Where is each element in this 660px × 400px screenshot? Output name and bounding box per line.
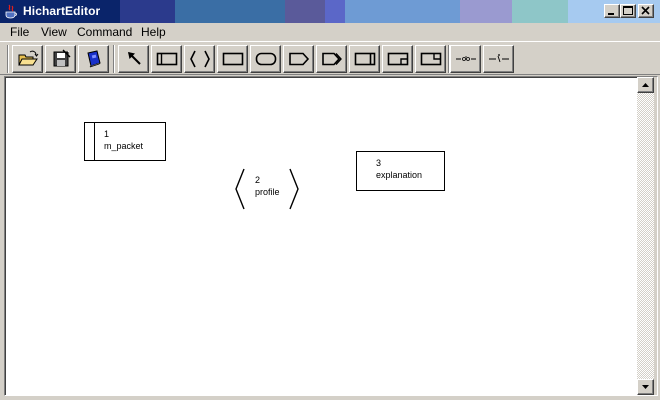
chevron-tool-button[interactable] [316, 45, 347, 73]
toolbar-separator [7, 45, 9, 73]
connector-circle-tool-button[interactable] [450, 45, 481, 73]
connector-split-tool-icon [489, 54, 509, 63]
close-icon [641, 6, 650, 15]
book-button[interactable] [78, 45, 109, 73]
toolbar-separator [113, 45, 115, 73]
menu-help[interactable]: Help [141, 25, 166, 39]
box-corner-tool-icon [387, 52, 409, 66]
menu-bar: File View Command Help [0, 23, 660, 41]
node-side-bar [94, 123, 95, 160]
scroll-up-button[interactable] [637, 77, 654, 93]
maximize-button[interactable] [620, 4, 636, 18]
box-right-bar-tool-icon [354, 52, 376, 66]
maximize-icon [623, 6, 633, 15]
brace-tool-button[interactable] [184, 45, 215, 73]
scroll-down-button[interactable] [637, 379, 654, 395]
pointer-tool-button[interactable] [118, 45, 149, 73]
node-label: profile [255, 187, 280, 197]
arrow-up-icon [642, 83, 649, 87]
node-text: 3 explanation [376, 157, 422, 181]
menu-file[interactable]: File [10, 25, 29, 39]
menu-command[interactable]: Command [77, 25, 132, 39]
node-number: 3 [376, 158, 382, 168]
pentagon-tool-button[interactable] [283, 45, 314, 73]
arrow-down-icon [642, 385, 649, 389]
bar-box-tool-button[interactable] [151, 45, 182, 73]
open-file-icon [18, 50, 39, 66]
book-icon [87, 50, 101, 68]
rounded-rectangle-tool-icon [255, 52, 277, 66]
connector-circle-tool-icon [456, 56, 476, 61]
node-label: explanation [376, 170, 423, 180]
toolbar [0, 41, 660, 75]
node-number: 2 [255, 175, 261, 185]
java-coffee-icon [5, 4, 17, 19]
chevron-tool-icon [322, 52, 342, 66]
brace-tool-icon [190, 50, 210, 68]
rectangle-tool-button[interactable] [217, 45, 248, 73]
save-file-button[interactable] [45, 45, 76, 73]
rounded-rectangle-tool-button[interactable] [250, 45, 281, 73]
node-text: 2 profile [255, 174, 280, 198]
bar-box-tool-icon [156, 52, 178, 66]
pentagon-tool-icon [289, 52, 310, 66]
node-brace[interactable]: 2 profile [234, 168, 300, 210]
vertical-scrollbar[interactable] [637, 77, 654, 395]
node-text: 1 m_packet [104, 128, 143, 152]
save-file-icon [53, 49, 71, 67]
open-file-button[interactable] [12, 45, 43, 73]
connector-split-tool-button[interactable] [483, 45, 514, 73]
pointer-arrow-icon [128, 52, 141, 65]
node-label: m_packet [104, 141, 144, 151]
box-notch-tool-button[interactable] [415, 45, 446, 73]
menu-view[interactable]: View [41, 25, 67, 39]
minimize-icon [608, 13, 614, 15]
title-bar[interactable]: HichartEditor [0, 0, 660, 23]
close-button[interactable] [638, 4, 654, 18]
box-notch-tool-icon [420, 52, 442, 66]
node-number: 1 [104, 129, 110, 139]
box-right-bar-tool-button[interactable] [349, 45, 380, 73]
rectangle-tool-icon [222, 52, 244, 66]
node-box[interactable]: 3 explanation [356, 151, 445, 191]
minimize-button[interactable] [604, 4, 620, 18]
box-corner-tool-button[interactable] [382, 45, 413, 73]
node-bar-box[interactable]: 1 m_packet [84, 122, 166, 161]
window-title: HichartEditor [23, 4, 101, 18]
